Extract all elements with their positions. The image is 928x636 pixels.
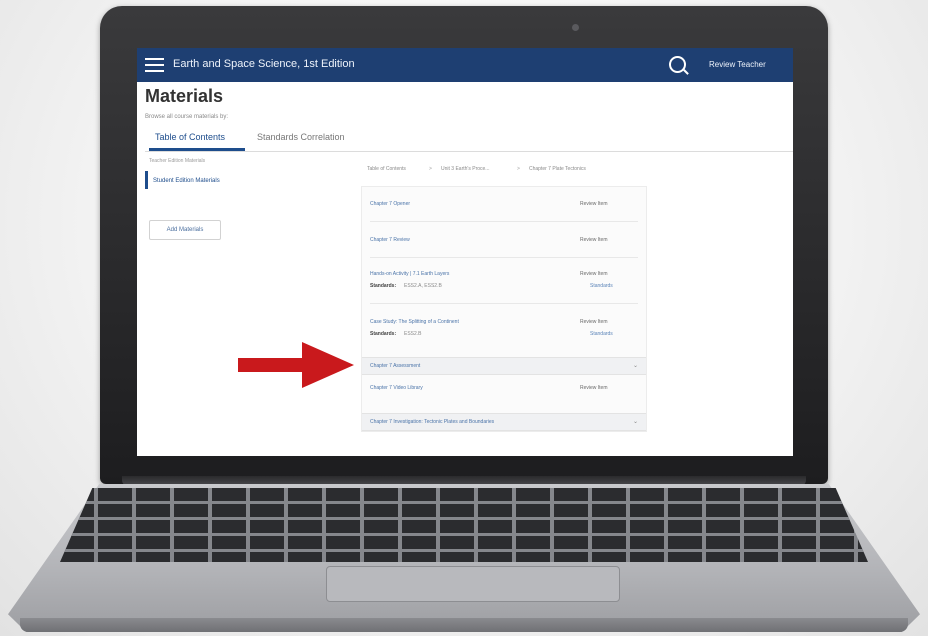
review-item-button[interactable]: Review Item [580, 271, 608, 277]
list-item-title[interactable]: Chapter 7 Review [370, 237, 410, 243]
chevron-down-icon[interactable]: ⌄ [633, 418, 638, 425]
app-header: Earth and Space Science, 1st Edition Rev… [137, 48, 793, 82]
review-item-button[interactable]: Review Item [580, 201, 608, 207]
list-item-title[interactable]: Chapter 7 Video Library [370, 385, 423, 391]
webcam [572, 24, 579, 31]
callout-arrow-icon [302, 342, 354, 388]
materials-panel: Chapter 7 Opener Review Item Chapter 7 R… [361, 186, 647, 432]
group-header-chapter-7-investigation[interactable]: Chapter 7 Investigation: Tectonic Plates… [362, 413, 646, 431]
list-item-title[interactable]: Chapter 7 Opener [370, 201, 410, 207]
screen: Earth and Space Science, 1st Edition Rev… [137, 48, 793, 456]
tab-divider [145, 151, 793, 152]
trackpad [326, 566, 620, 602]
search-icon[interactable] [669, 56, 686, 73]
user-menu[interactable]: Review Teacher [709, 60, 766, 69]
callout-arrow-shaft [238, 358, 308, 372]
standards-label: Standards: [370, 331, 397, 337]
page-title: Materials [145, 86, 224, 106]
standards-value: ESS2.B [404, 331, 422, 337]
tab-table-of-contents[interactable]: Table of Contents [155, 132, 225, 142]
app-title: Earth and Space Science, 1st Edition [173, 58, 355, 70]
breadcrumb-toc[interactable]: Table of Contents [367, 166, 406, 172]
laptop-base-front [20, 618, 908, 632]
menu-icon[interactable] [145, 58, 164, 72]
review-item-button[interactable]: Review Item [580, 319, 608, 325]
group-label: Chapter 7 Investigation: Tectonic Plates… [370, 419, 495, 425]
row-divider [370, 221, 638, 222]
breadcrumb-separator: > [429, 166, 432, 172]
add-materials-button[interactable]: Add Materials [149, 220, 221, 240]
breadcrumb-unit[interactable]: Unit 3 Earth's Proce... [441, 166, 489, 172]
sidebar-active-indicator [145, 171, 148, 189]
sidebar-item-teacher-edition[interactable]: Teacher Edition Materials [149, 158, 205, 164]
row-divider [370, 257, 638, 258]
breadcrumb-chapter: Chapter 7 Plate Tectonics [529, 166, 586, 172]
tab-standards-correlation[interactable]: Standards Correlation [257, 132, 345, 142]
sidebar-item-student-edition[interactable]: Student Edition Materials [153, 178, 220, 184]
chevron-down-icon[interactable]: ⌄ [633, 362, 638, 369]
review-item-button[interactable]: Review Item [580, 385, 608, 391]
breadcrumb-separator: > [517, 166, 520, 172]
group-header-chapter-7-assessment[interactable]: Chapter 7 Assessment ⌄ [362, 357, 646, 375]
browse-label: Browse all course materials by: [145, 114, 229, 120]
standards-label: Standards: [370, 283, 397, 289]
row-divider [370, 303, 638, 304]
review-item-button[interactable]: Review Item [580, 237, 608, 243]
list-item-title[interactable]: Hands-on Activity | 7.1 Earth Layers [370, 271, 449, 277]
keyboard [60, 488, 868, 562]
standards-link[interactable]: Standards [590, 331, 613, 337]
standards-link[interactable]: Standards [590, 283, 613, 289]
group-label: Chapter 7 Assessment [370, 363, 421, 369]
list-item-title[interactable]: Case Study: The Splitting of a Continent [370, 319, 459, 325]
standards-value: ESS2.A, ESS2.B [404, 283, 442, 289]
